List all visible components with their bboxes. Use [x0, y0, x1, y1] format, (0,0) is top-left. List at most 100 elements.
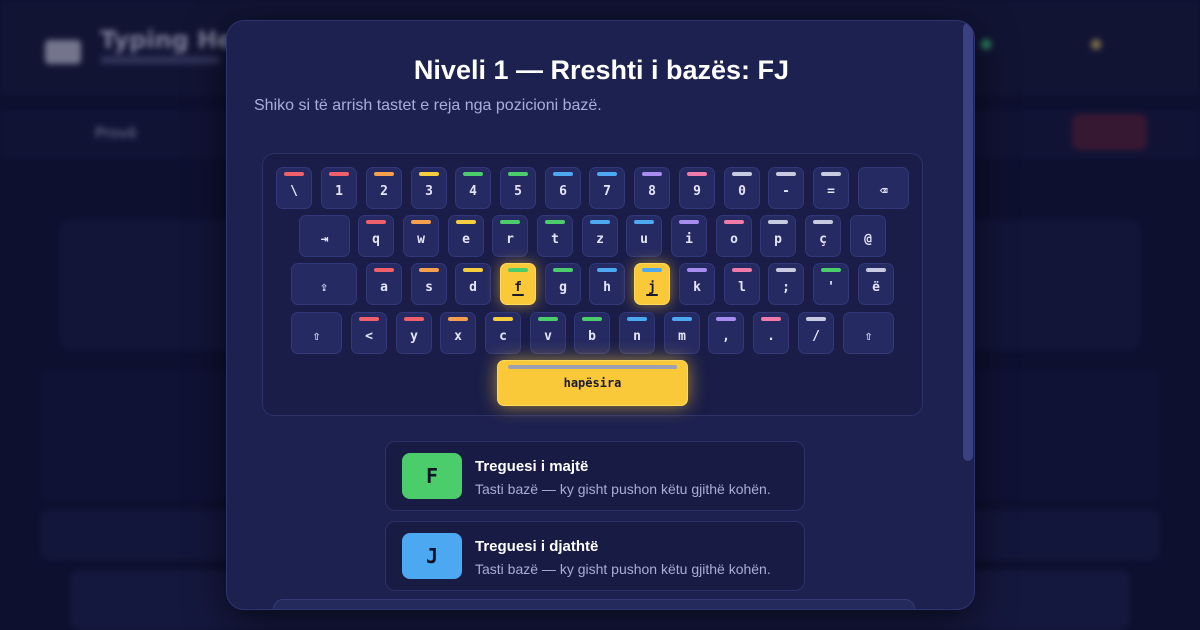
finger-color-strip: [538, 317, 558, 321]
key-r1c12: @: [850, 215, 886, 257]
key-label: ⌫: [879, 183, 888, 199]
key-label: =: [827, 183, 835, 199]
key-p: p: [760, 215, 796, 257]
finger-color-strip: [732, 268, 752, 272]
key-r3c1: <: [351, 312, 387, 354]
finger-color-strip: [508, 172, 528, 176]
finger-color-strip: [642, 268, 662, 272]
key-label: 5: [514, 183, 522, 199]
key-label: c: [499, 328, 507, 344]
finger-color-strip: [508, 268, 528, 272]
modal-scrollbar[interactable]: [963, 23, 973, 461]
finger-card-description: Tasti bazë — ky gisht pushon këtu gjithë…: [475, 481, 771, 497]
key-label: /: [812, 328, 820, 344]
key-label: ;: [782, 279, 790, 295]
finger-color-strip: [508, 365, 677, 369]
key-label: 1: [335, 183, 343, 199]
background-subtitle-bar: [100, 56, 220, 64]
background-red-button: [1072, 114, 1147, 150]
key-v: v: [530, 312, 566, 354]
key-w: w: [403, 215, 439, 257]
key-r1c0: ⇥: [299, 215, 350, 257]
key-q: q: [358, 215, 394, 257]
finger-color-strip: [590, 220, 610, 224]
key-label: s: [425, 279, 433, 295]
key-label: p: [774, 231, 782, 247]
next-section-card: [273, 599, 915, 609]
key-label: h: [603, 279, 611, 295]
key-label: 0: [738, 183, 746, 199]
key-label: z: [596, 231, 604, 247]
modal-title: Niveli 1 — Rreshti i bazës: FJ: [413, 55, 790, 85]
key-r2c10: ;: [768, 263, 804, 305]
key-s: s: [411, 263, 447, 305]
finger-color-strip: [374, 268, 394, 272]
key-a: a: [366, 263, 402, 305]
home-key-bump: [646, 294, 658, 296]
key-j: j: [634, 263, 670, 305]
finger-color-strip: [634, 220, 654, 224]
key-label: x: [454, 328, 462, 344]
key-label: 4: [469, 183, 477, 199]
key-label: ': [827, 279, 835, 295]
finger-card-description: Tasti bazë — ky gisht pushon këtu gjithë…: [475, 561, 771, 577]
finger-color-strip: [553, 268, 573, 272]
finger-color-strip: [866, 268, 886, 272]
key-t: t: [537, 215, 573, 257]
key-9: 9: [679, 167, 715, 209]
finger-key-badge: F: [402, 453, 462, 499]
finger-color-strip: [404, 317, 424, 321]
background-badge-icon: ●: [1090, 36, 1103, 52]
finger-color-strip: [582, 317, 602, 321]
finger-color-strip: [359, 317, 379, 321]
finger-color-strip: [761, 317, 781, 321]
background-status-chip: ●: [980, 36, 993, 52]
key-label: q: [372, 231, 380, 247]
key-8: 8: [634, 167, 670, 209]
key-label: j: [648, 279, 656, 295]
key-label: t: [551, 231, 559, 247]
home-key-bump: [512, 294, 524, 296]
finger-color-strip: [768, 220, 788, 224]
key-r3c12: ⇧: [843, 312, 894, 354]
key-label: 6: [559, 183, 567, 199]
key-label: d: [469, 279, 477, 295]
finger-card-left-index: F Treguesi i majtë Tasti bazë — ky gisht…: [385, 441, 805, 511]
finger-key-badge: J: [402, 533, 462, 579]
finger-color-strip: [448, 317, 468, 321]
key-label: ⇧: [864, 328, 873, 344]
key-n: n: [619, 312, 655, 354]
key-label: ⇪: [320, 279, 328, 295]
key-label: f: [514, 279, 522, 295]
finger-color-strip: [284, 172, 304, 176]
finger-color-strip: [545, 220, 565, 224]
key-r3c9: ,: [708, 312, 744, 354]
key-r0c0: \: [276, 167, 312, 209]
key-o: o: [716, 215, 752, 257]
key-x: x: [440, 312, 476, 354]
level-intro-modal: Niveli 1 — Rreshti i bazës: FJ Shiko si …: [226, 20, 975, 610]
finger-color-strip: [821, 172, 841, 176]
key-label: \: [290, 183, 298, 199]
key-y: y: [396, 312, 432, 354]
key-c: c: [485, 312, 521, 354]
key-label: o: [730, 231, 738, 247]
key-label: l: [738, 279, 746, 295]
finger-color-strip: [716, 317, 736, 321]
key-u: u: [626, 215, 662, 257]
finger-color-strip: [374, 172, 394, 176]
key-label: n: [633, 328, 641, 344]
key-label: 9: [693, 183, 701, 199]
key-g: g: [545, 263, 581, 305]
finger-color-strip: [776, 268, 796, 272]
key-label: ⇧: [312, 328, 321, 344]
key-label: hapësira: [563, 376, 622, 390]
key-ç: ç: [805, 215, 841, 257]
finger-color-strip: [456, 220, 476, 224]
keyboard-diagram: \ 1 2 3 4 5 6 7 8 9 0 - = ⌫ ⇥ q w e r t z u i o p ç @ ⇪ a s d f g h j k l; ' ë…: [262, 153, 923, 416]
finger-color-strip: [553, 172, 573, 176]
finger-color-strip: [813, 220, 833, 224]
key-z: z: [582, 215, 618, 257]
key-r3c10: .: [753, 312, 789, 354]
key-label: 3: [425, 183, 433, 199]
